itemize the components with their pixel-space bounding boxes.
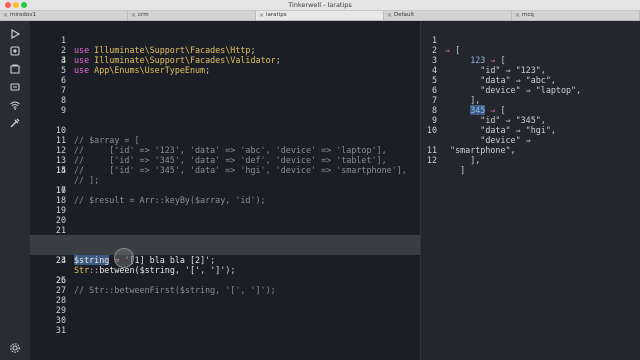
tools-icon[interactable] <box>8 116 22 130</box>
close-icon[interactable]: × <box>387 11 392 20</box>
editor-line-selected: 22 $string = '[1] bla bla [2]'; <box>30 235 420 265</box>
line-number: 30 <box>55 315 66 325</box>
output-line: 7 345 ⇒ [ <box>421 85 640 115</box>
tab-laratips[interactable]: × laratips <box>256 11 384 20</box>
line-number: 8 <box>60 95 66 105</box>
output-line: 2 123 ⇒ [ <box>421 35 640 65</box>
editor-line: 3 use App\Enums\UserTypeEnum; <box>30 45 420 75</box>
wifi-icon[interactable] <box>8 98 22 112</box>
close-icon[interactable]: × <box>3 11 8 20</box>
editor-line: 10 // $array = [ <box>30 115 420 145</box>
line-number: 24 <box>55 255 66 265</box>
editor-line: 30 <box>30 315 420 325</box>
output-panel: 1 ⇒ [ 2 123 ⇒ [ 3 "id" ⇒ "123", 4 "data"… <box>420 21 640 360</box>
output-line: "smartphone", <box>421 125 640 155</box>
editor-line: 16 // $result = Arr::keyBy($array, 'id')… <box>30 175 420 205</box>
output-text: ] <box>445 165 466 175</box>
editor-line: 26 <box>30 275 420 285</box>
editor-line: 17 <box>30 185 420 195</box>
line-number: 28 <box>55 295 66 305</box>
editor-line: 15 <box>30 165 420 175</box>
editor-line: 12 // ['id' => '345', 'data' => 'def', '… <box>30 135 420 165</box>
window-title: Tinkerwell - laratips <box>288 1 352 9</box>
play-icon[interactable] <box>8 27 22 41</box>
editor-line: 13 // ['id' => '345', 'data' => 'hgi', '… <box>30 145 420 175</box>
editor-line: 11 // ['id' => '123', 'data' => 'abc', '… <box>30 125 420 155</box>
line-number: 9 <box>60 105 66 115</box>
output-line: 8 "id" ⇒ "345", <box>421 95 640 125</box>
editor-line-selected: 23 Str::between($string, '[', ']'); <box>30 245 420 275</box>
line-number: 20 <box>55 215 66 225</box>
output-line: 11 ], <box>421 135 640 165</box>
editor-line: 9 <box>30 105 420 115</box>
line-number: 21 <box>55 225 66 235</box>
output-line: 6 ], <box>421 75 640 105</box>
line-number: 5 <box>60 65 66 75</box>
line-number: 6 <box>60 75 66 85</box>
tab-label: laratips <box>266 12 287 18</box>
tab-label: mirodov1 <box>10 12 37 18</box>
tab-crm[interactable]: × crm <box>128 11 256 20</box>
editor-line: 2 use Illuminate\Support\Facades\Validat… <box>30 35 420 65</box>
output-line: 5 "device" ⇒ "laptop", <box>421 65 640 95</box>
line-number: 18 <box>55 195 66 205</box>
tinker-icon[interactable] <box>8 44 22 58</box>
output-text: ], <box>445 155 481 165</box>
output-line: 10 "device" ⇒ <box>421 115 640 145</box>
editor-line: 27 <box>30 285 420 295</box>
editor-line: 4 <box>30 55 420 65</box>
editor-line: 29 <box>30 305 420 315</box>
output-line: 4 "data" ⇒ "abc", <box>421 55 640 85</box>
output-line: 3 "id" ⇒ "123", <box>421 45 640 75</box>
tab-mcq[interactable]: × mcq <box>512 11 640 20</box>
code-editor[interactable]: 1 use Illuminate\Support\Facades\Http; 2… <box>30 21 420 360</box>
editor-line: 24 <box>30 255 420 265</box>
line-number: 4 <box>60 55 66 65</box>
tab-label: crm <box>138 12 149 18</box>
tab-mirodov1[interactable]: × mirodov1 <box>0 11 128 20</box>
output-line: 12 ] <box>421 145 640 175</box>
line-number: 27 <box>55 285 66 295</box>
editor-line: 8 <box>30 95 420 105</box>
snippets-icon[interactable] <box>8 62 22 76</box>
editor-line: 20 <box>30 215 420 225</box>
line-number: 19 <box>55 205 66 215</box>
close-icon[interactable]: × <box>515 11 520 20</box>
line-number: 17 <box>55 185 66 195</box>
tab-default[interactable]: × Default <box>384 11 512 20</box>
settings-icon[interactable] <box>8 341 22 355</box>
tab-label: Default <box>394 12 415 18</box>
editor-line: 21 <box>30 225 420 235</box>
line-number: 7 <box>60 85 66 95</box>
line-number: 15 <box>55 165 66 175</box>
line-number: 31 <box>55 325 66 335</box>
editor-line: 5 <box>30 65 420 75</box>
line-number: 12 <box>426 155 437 165</box>
line-number: 29 <box>55 305 66 315</box>
title-bar: Tinkerwell - laratips <box>0 0 640 11</box>
tab-label: mcq <box>522 12 534 18</box>
editor-line: 19 <box>30 205 420 215</box>
editor-line: 25 // Str::betweenFirst($string, '[', ']… <box>30 265 420 295</box>
connection-icon[interactable] <box>8 80 22 94</box>
editor-line: 18 <box>30 195 420 205</box>
editor-line: 14 // ]; <box>30 155 420 185</box>
close-icon[interactable]: × <box>131 11 136 20</box>
editor-line: 7 <box>30 85 420 95</box>
line-number: 26 <box>55 275 66 285</box>
close-icon[interactable]: × <box>259 11 264 20</box>
output-line: 9 "data" ⇒ "hgi", <box>421 105 640 135</box>
editor-line: 6 <box>30 75 420 85</box>
tab-bar: × mirodov1 × crm × laratips × Default × … <box>0 11 640 21</box>
editor-line: 28 <box>30 295 420 305</box>
sidebar <box>0 21 30 360</box>
mouse-cursor-indicator <box>114 248 134 268</box>
output-line: 1 ⇒ [ <box>421 25 640 55</box>
editor-line: 1 use Illuminate\Support\Facades\Http; <box>30 25 420 55</box>
editor-line: 31 <box>30 325 420 335</box>
